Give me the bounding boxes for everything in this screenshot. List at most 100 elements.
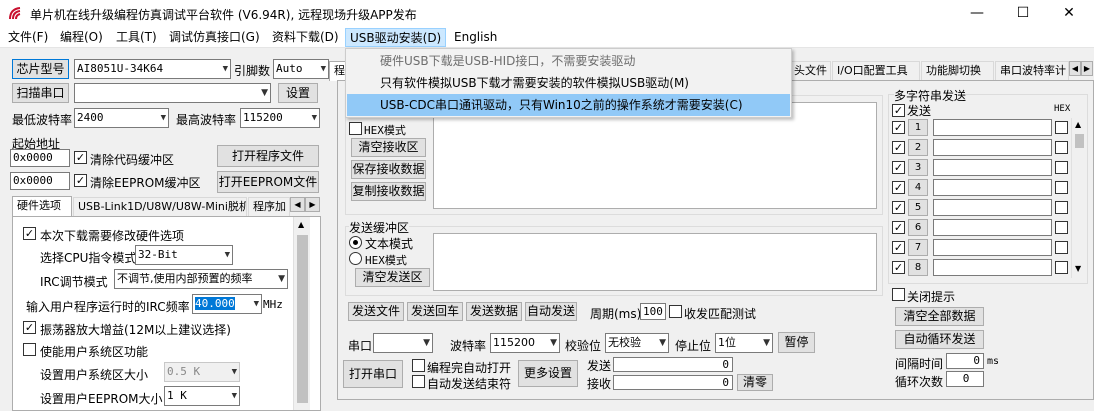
scan-port-button[interactable]: 扫描串口 <box>12 83 69 103</box>
multi-row-hex-checkbox[interactable] <box>1055 181 1068 194</box>
tab-hardware-options[interactable]: 硬件选项 <box>12 196 72 216</box>
close-button[interactable]: ✕ <box>1046 0 1092 26</box>
chip-type-button[interactable]: 芯片型号 <box>12 59 69 79</box>
chip-select[interactable]: AI8051U-34K64 ▼ <box>74 59 231 79</box>
copy-receive-button[interactable]: 复制接收数据 <box>351 182 426 201</box>
open-serial-port-button[interactable]: 打开串口 <box>343 360 403 388</box>
open-program-file-button[interactable]: 打开程序文件 <box>217 145 319 167</box>
eeprom-size-select[interactable]: 1 K ▼ <box>164 386 240 406</box>
port-select[interactable]: ▼ <box>74 83 271 103</box>
multi-row-input[interactable] <box>933 239 1052 256</box>
multi-row-hex-checkbox[interactable] <box>1055 121 1068 134</box>
clear-send-button[interactable]: 清空发送区 <box>355 268 430 287</box>
receive-textarea[interactable] <box>433 102 877 209</box>
multi-row-send-button[interactable]: 5 <box>908 199 928 216</box>
pin-count-select[interactable]: Auto ▼ <box>273 59 329 79</box>
multi-row-send-checkbox[interactable]: ✓ <box>892 261 905 274</box>
pause-button[interactable]: 暂停 <box>778 332 815 353</box>
menu-item-cdc-driver[interactable]: USB-CDC串口通讯驱动，只有Win10之前的操作系统才需要安装(C) <box>347 94 790 116</box>
send-return-button[interactable]: 发送回车 <box>407 302 463 321</box>
baud-rate-select[interactable]: 115200 ▼ <box>490 333 560 353</box>
settings-button[interactable]: 设置 <box>278 83 318 103</box>
eeprom-start-address-input[interactable]: 0x0000 <box>10 172 70 190</box>
interval-input[interactable]: 0 <box>946 353 984 369</box>
clear-all-data-button[interactable]: 清空全部数据 <box>895 307 984 326</box>
tab-scroll-right-button[interactable]: ▶ <box>305 197 320 212</box>
multi-row-hex-checkbox[interactable] <box>1055 201 1068 214</box>
multi-string-scrollbar[interactable]: ▲ ▼ <box>1071 118 1086 278</box>
multi-row-input[interactable] <box>933 199 1052 216</box>
multi-row-hex-checkbox[interactable] <box>1055 241 1068 254</box>
multi-row-hex-checkbox[interactable] <box>1055 221 1068 234</box>
multi-row-input[interactable] <box>933 139 1052 156</box>
tab-program-add[interactable]: 程序加 <box>248 197 290 217</box>
code-start-address-input[interactable]: 0x0000 <box>10 149 70 167</box>
auto-send-button[interactable]: 自动发送 <box>525 302 577 321</box>
multi-row-send-checkbox[interactable]: ✓ <box>892 221 905 234</box>
close-tip-checkbox[interactable] <box>892 288 905 301</box>
multi-row-send-button[interactable]: 8 <box>908 259 928 276</box>
tab-baud-calc[interactable]: 串口波特率计 <box>995 61 1069 81</box>
irc-mode-select[interactable]: 不调节,使用内部预置的频率 ▼ <box>114 269 288 289</box>
irc-freq-select[interactable]: 40.000 ▼ <box>192 294 262 314</box>
save-receive-button[interactable]: 保存接收数据 <box>351 160 426 179</box>
multi-row-send-checkbox[interactable]: ✓ <box>892 121 905 134</box>
scroll-thumb[interactable] <box>1075 134 1084 148</box>
menu-debug[interactable]: 调试仿真接口(G) <box>165 28 264 47</box>
period-input[interactable]: 100 <box>640 303 666 320</box>
menu-tools[interactable]: 工具(T) <box>112 28 161 47</box>
clear-eeprom-buffer-checkbox[interactable]: ✓ <box>74 174 87 187</box>
text-mode-radio[interactable] <box>349 236 362 249</box>
multi-row-hex-checkbox[interactable] <box>1055 141 1068 154</box>
menu-item-soft-usb-driver[interactable]: 只有软件模拟USB下载才需要安装的软件模拟USB驱动(M) <box>347 72 790 94</box>
more-settings-button[interactable]: 更多设置 <box>518 360 578 387</box>
recv-match-checkbox[interactable] <box>669 305 682 318</box>
menu-usb-driver[interactable]: USB驱动安装(D) <box>345 28 447 47</box>
multi-row-send-checkbox[interactable]: ✓ <box>892 181 905 194</box>
multi-row-send-button[interactable]: 3 <box>908 159 928 176</box>
scroll-thumb[interactable] <box>297 235 308 403</box>
tab-header-file[interactable]: 头文件 <box>789 61 831 81</box>
multi-row-send-button[interactable]: 4 <box>908 179 928 196</box>
menu-english[interactable]: English <box>450 28 501 47</box>
hw-options-scrollbar[interactable]: ▲ <box>293 217 310 410</box>
auto-terminator-checkbox[interactable] <box>412 375 425 388</box>
tab-pin-switch[interactable]: 功能脚切换 <box>921 61 994 81</box>
serial-port-select[interactable]: ▼ <box>373 333 433 353</box>
multi-row-input[interactable] <box>933 159 1052 176</box>
stop-bits-select[interactable]: 1位 ▼ <box>715 333 773 353</box>
clear-receive-button[interactable]: 清空接收区 <box>351 138 426 157</box>
min-baud-select[interactable]: 2400 ▼ <box>74 108 169 128</box>
clear-count-button[interactable]: 清零 <box>737 374 773 391</box>
send-hex-mode-radio[interactable] <box>349 252 362 265</box>
multi-row-hex-checkbox[interactable] <box>1055 261 1068 274</box>
multi-row-send-button[interactable]: 2 <box>908 139 928 156</box>
right-tab-scroll-right-button[interactable]: ▶ <box>1081 61 1093 76</box>
multi-send-all-checkbox[interactable]: ✓ <box>892 104 905 117</box>
multi-row-input[interactable] <box>933 219 1052 236</box>
menu-file[interactable]: 文件(F) <box>4 28 52 47</box>
maximize-button[interactable]: ☐ <box>1000 0 1046 26</box>
user-system-area-checkbox[interactable] <box>23 343 36 356</box>
minimize-button[interactable]: — <box>954 0 1000 26</box>
menu-download[interactable]: 资料下载(D) <box>268 28 343 47</box>
recv-hex-mode-checkbox[interactable] <box>349 122 362 135</box>
multi-row-input[interactable] <box>933 179 1052 196</box>
clear-code-buffer-checkbox[interactable]: ✓ <box>74 151 87 164</box>
cpu-mode-select[interactable]: 32-Bit ▼ <box>135 245 233 265</box>
max-baud-select[interactable]: 115200 ▼ <box>240 108 320 128</box>
menu-program[interactable]: 编程(O) <box>56 28 107 47</box>
multi-row-send-checkbox[interactable]: ✓ <box>892 201 905 214</box>
open-eeprom-file-button[interactable]: 打开EEPROM文件 <box>217 171 319 193</box>
send-textarea[interactable] <box>433 233 877 291</box>
osc-gain-checkbox[interactable]: ✓ <box>23 321 36 334</box>
multi-row-send-button[interactable]: 1 <box>908 119 928 136</box>
multi-row-send-checkbox[interactable]: ✓ <box>892 241 905 254</box>
tab-usb-link[interactable]: USB-Link1D/U8W/U8W-Mini脱机 <box>73 197 247 217</box>
tab-io-config[interactable]: I/O口配置工具 <box>832 61 920 81</box>
auto-loop-send-button[interactable]: 自动循环发送 <box>895 330 984 349</box>
multi-row-hex-checkbox[interactable] <box>1055 161 1068 174</box>
right-tab-scroll-left-button[interactable]: ◀ <box>1069 61 1081 76</box>
modify-hw-options-checkbox[interactable]: ✓ <box>23 227 36 240</box>
parity-select[interactable]: 无校验 ▼ <box>605 333 669 353</box>
